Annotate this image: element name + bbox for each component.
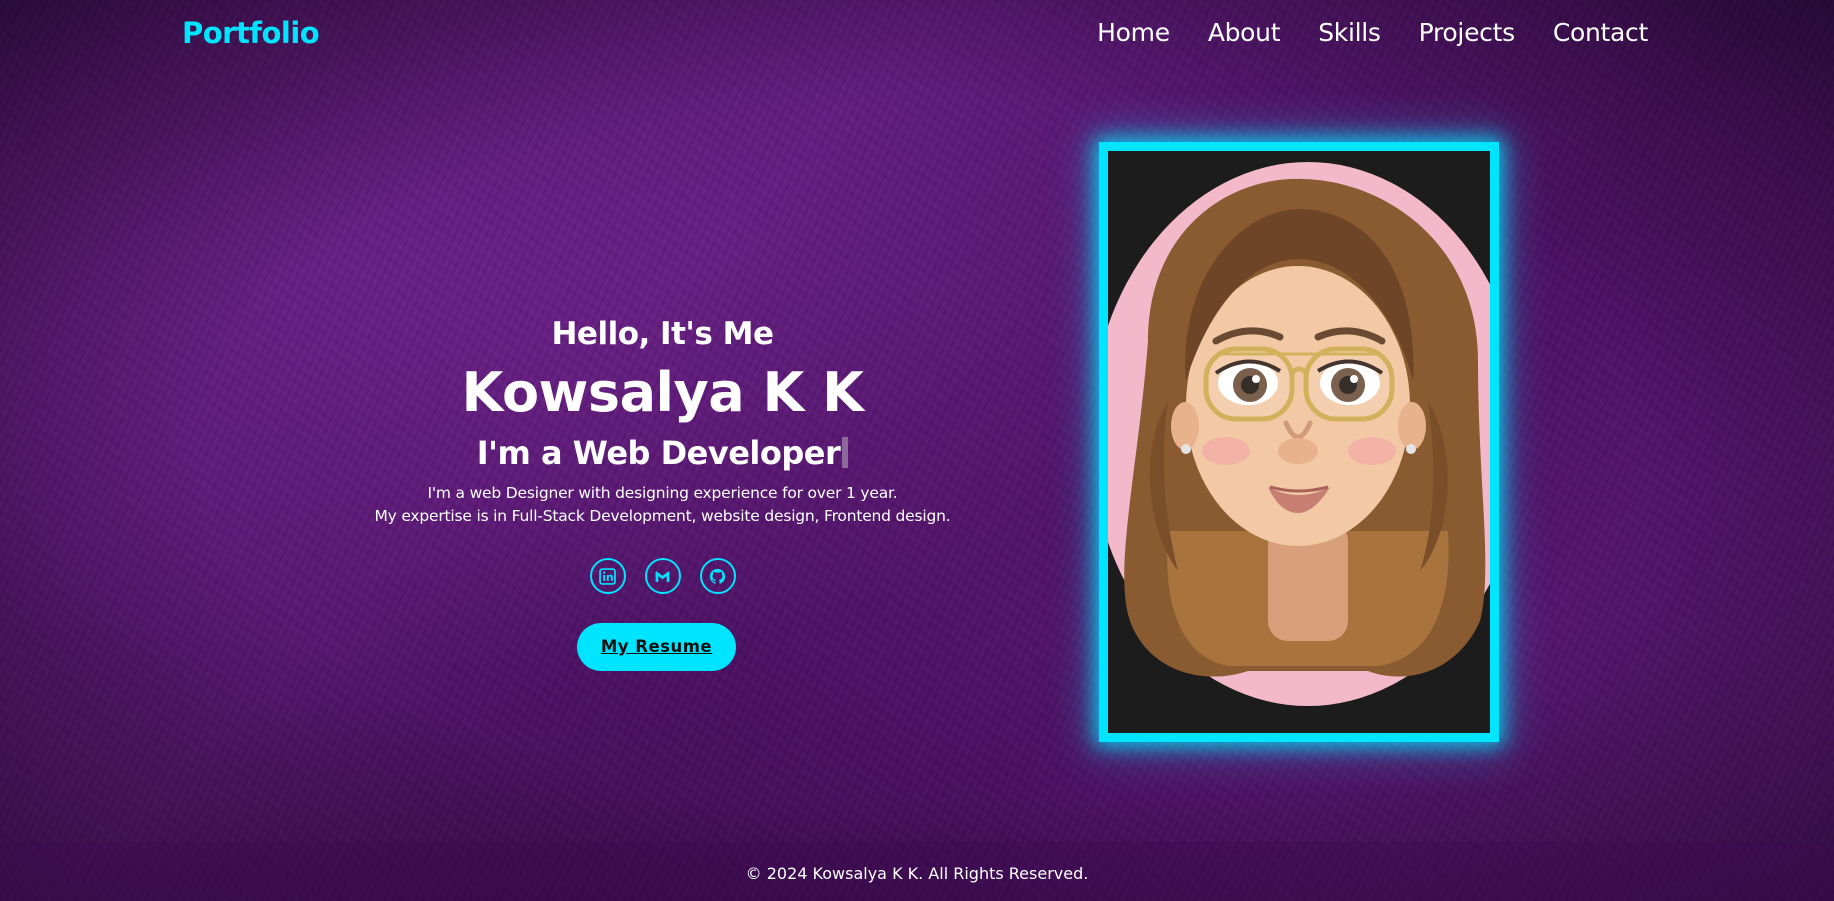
github-icon	[709, 568, 726, 584]
nav-about-link[interactable]: About	[1208, 18, 1281, 47]
nav-contact-link[interactable]: Contact	[1553, 18, 1648, 47]
profile-photo-frame	[1099, 142, 1499, 742]
site-header: Portfolio Home About Skills Projects Con…	[0, 0, 1834, 74]
linkedin-button[interactable]	[589, 558, 626, 594]
nav-skills-link[interactable]: Skills	[1318, 18, 1381, 47]
hero-role: I'm a Web Developer	[330, 428, 995, 478]
linkedin-icon	[599, 567, 616, 585]
hero-description-line1: I'm a web Designer with designing experi…	[427, 484, 898, 502]
profile-avatar-image	[1108, 151, 1490, 733]
logo-link[interactable]: Portfolio	[182, 16, 320, 50]
typing-cursor	[842, 437, 849, 468]
resume-button[interactable]: My Resume	[577, 623, 736, 671]
gmail-button[interactable]	[644, 558, 681, 594]
github-button[interactable]	[699, 558, 736, 594]
site-footer: © 2024 Kowsalya K K. All Rights Reserved…	[0, 842, 1834, 901]
hero-description: I'm a web Designer with designing experi…	[330, 482, 995, 528]
hero-role-text: I'm a Web Developer	[476, 434, 841, 472]
hero-section: Hello, It's Me Kowsalya K K I'm a Web De…	[330, 310, 995, 671]
main-nav: Home About Skills Projects Contact	[1097, 18, 1648, 47]
gmail-icon	[655, 571, 670, 582]
hero-greeting: Hello, It's Me	[551, 316, 774, 352]
hero-name: Kowsalya K K	[461, 361, 864, 424]
social-links	[330, 558, 995, 594]
nav-projects-link[interactable]: Projects	[1419, 18, 1515, 47]
nav-home-link[interactable]: Home	[1097, 18, 1170, 47]
hero-description-line2: My expertise is in Full-Stack Developmen…	[374, 507, 951, 525]
footer-copyright: © 2024 Kowsalya K K. All Rights Reserved…	[745, 864, 1089, 883]
